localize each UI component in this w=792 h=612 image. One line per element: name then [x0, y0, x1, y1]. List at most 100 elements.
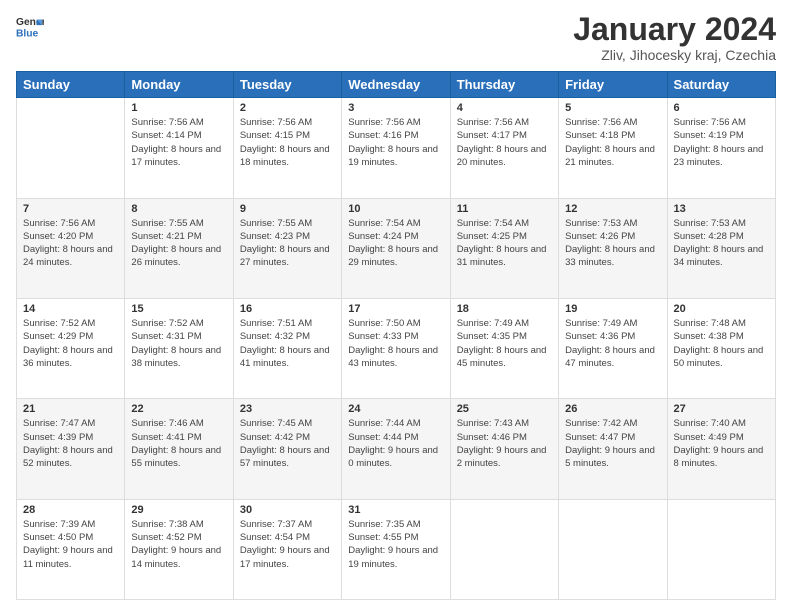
day-info: Sunrise: 7:56 AMSunset: 4:18 PMDaylight:… [565, 116, 660, 169]
header: General Blue January 2024 Zliv, Jihocesk… [16, 12, 776, 63]
calendar-header-row: SundayMondayTuesdayWednesdayThursdayFrid… [17, 72, 776, 98]
day-number: 25 [457, 403, 552, 415]
day-info: Sunrise: 7:44 AMSunset: 4:44 PMDaylight:… [348, 417, 443, 470]
header-day-saturday: Saturday [667, 72, 775, 98]
header-day-tuesday: Tuesday [233, 72, 341, 98]
day-cell: 19 Sunrise: 7:49 AMSunset: 4:36 PMDayligh… [559, 298, 667, 398]
day-number: 22 [131, 403, 226, 415]
day-number: 19 [565, 303, 660, 315]
day-cell: 12 Sunrise: 7:53 AMSunset: 4:26 PMDayligh… [559, 198, 667, 298]
day-number: 1 [131, 102, 226, 114]
day-number: 24 [348, 403, 443, 415]
day-info: Sunrise: 7:48 AMSunset: 4:38 PMDaylight:… [674, 317, 769, 370]
day-info: Sunrise: 7:56 AMSunset: 4:14 PMDaylight:… [131, 116, 226, 169]
day-cell [450, 499, 558, 599]
day-number: 20 [674, 303, 769, 315]
day-cell: 7Sunrise: 7:56 AMSunset: 4:20 PMDaylight… [17, 198, 125, 298]
day-number: 14 [23, 303, 118, 315]
day-cell: 8Sunrise: 7:55 AMSunset: 4:21 PMDaylight… [125, 198, 233, 298]
day-number: 30 [240, 504, 335, 516]
day-info: Sunrise: 7:55 AMSunset: 4:21 PMDaylight:… [131, 217, 226, 270]
day-info: Sunrise: 7:43 AMSunset: 4:46 PMDaylight:… [457, 417, 552, 470]
day-cell: 9 Sunrise: 7:55 AMSunset: 4:23 PMDaylight… [233, 198, 341, 298]
day-cell: 17 Sunrise: 7:50 AMSunset: 4:33 PMDayligh… [342, 298, 450, 398]
day-cell: 31 Sunrise: 7:35 AMSunset: 4:55 PMDayligh… [342, 499, 450, 599]
day-info: Sunrise: 7:53 AMSunset: 4:28 PMDaylight:… [674, 217, 769, 270]
day-number: 16 [240, 303, 335, 315]
day-number: 21 [23, 403, 118, 415]
day-cell: 2Sunrise: 7:56 AMSunset: 4:15 PMDaylight… [233, 98, 341, 198]
week-row-4: 21 Sunrise: 7:47 AMSunset: 4:39 PMDayligh… [17, 399, 776, 499]
day-number: 4 [457, 102, 552, 114]
header-day-monday: Monday [125, 72, 233, 98]
day-info: Sunrise: 7:38 AMSunset: 4:52 PMDaylight:… [131, 518, 226, 571]
day-info: Sunrise: 7:49 AMSunset: 4:35 PMDaylight:… [457, 317, 552, 370]
logo: General Blue [16, 12, 44, 40]
day-number: 15 [131, 303, 226, 315]
day-cell: 11Sunrise: 7:54 AMSunset: 4:25 PMDayligh… [450, 198, 558, 298]
day-cell: 29 Sunrise: 7:38 AMSunset: 4:52 PMDayligh… [125, 499, 233, 599]
day-number: 28 [23, 504, 118, 516]
week-row-5: 28Sunrise: 7:39 AMSunset: 4:50 PMDayligh… [17, 499, 776, 599]
day-number: 17 [348, 303, 443, 315]
day-number: 2 [240, 102, 335, 114]
day-number: 5 [565, 102, 660, 114]
calendar-title: January 2024 [573, 12, 776, 47]
day-number: 26 [565, 403, 660, 415]
calendar-subtitle: Zliv, Jihocesky kraj, Czechia [573, 47, 776, 63]
day-number: 7 [23, 203, 118, 215]
day-info: Sunrise: 7:56 AMSunset: 4:19 PMDaylight:… [674, 116, 769, 169]
day-info: Sunrise: 7:40 AMSunset: 4:49 PMDaylight:… [674, 417, 769, 470]
day-info: Sunrise: 7:52 AMSunset: 4:31 PMDaylight:… [131, 317, 226, 370]
day-info: Sunrise: 7:56 AMSunset: 4:17 PMDaylight:… [457, 116, 552, 169]
day-info: Sunrise: 7:56 AMSunset: 4:16 PMDaylight:… [348, 116, 443, 169]
day-cell: 1 Sunrise: 7:56 AMSunset: 4:14 PMDaylight… [125, 98, 233, 198]
day-number: 27 [674, 403, 769, 415]
day-info: Sunrise: 7:46 AMSunset: 4:41 PMDaylight:… [131, 417, 226, 470]
day-cell: 14Sunrise: 7:52 AMSunset: 4:29 PMDayligh… [17, 298, 125, 398]
day-cell: 20 Sunrise: 7:48 AMSunset: 4:38 PMDayligh… [667, 298, 775, 398]
day-info: Sunrise: 7:55 AMSunset: 4:23 PMDaylight:… [240, 217, 335, 270]
day-cell: 23 Sunrise: 7:45 AMSunset: 4:42 PMDayligh… [233, 399, 341, 499]
day-number: 29 [131, 504, 226, 516]
day-cell: 6 Sunrise: 7:56 AMSunset: 4:19 PMDaylight… [667, 98, 775, 198]
day-cell: 3Sunrise: 7:56 AMSunset: 4:16 PMDaylight… [342, 98, 450, 198]
day-cell: 21 Sunrise: 7:47 AMSunset: 4:39 PMDayligh… [17, 399, 125, 499]
svg-text:Blue: Blue [16, 28, 39, 39]
day-info: Sunrise: 7:51 AMSunset: 4:32 PMDaylight:… [240, 317, 335, 370]
calendar-table: SundayMondayTuesdayWednesdayThursdayFrid… [16, 71, 776, 600]
day-info: Sunrise: 7:53 AMSunset: 4:26 PMDaylight:… [565, 217, 660, 270]
day-info: Sunrise: 7:45 AMSunset: 4:42 PMDaylight:… [240, 417, 335, 470]
day-cell: 27 Sunrise: 7:40 AMSunset: 4:49 PMDayligh… [667, 399, 775, 499]
calendar-page: General Blue January 2024 Zliv, Jihocesk… [0, 0, 792, 612]
day-cell: 24 Sunrise: 7:44 AMSunset: 4:44 PMDayligh… [342, 399, 450, 499]
day-number: 31 [348, 504, 443, 516]
day-number: 18 [457, 303, 552, 315]
title-block: January 2024 Zliv, Jihocesky kraj, Czech… [573, 12, 776, 63]
day-info: Sunrise: 7:49 AMSunset: 4:36 PMDaylight:… [565, 317, 660, 370]
day-number: 23 [240, 403, 335, 415]
day-cell: 18 Sunrise: 7:49 AMSunset: 4:35 PMDayligh… [450, 298, 558, 398]
day-number: 9 [240, 203, 335, 215]
day-number: 6 [674, 102, 769, 114]
day-cell [667, 499, 775, 599]
day-info: Sunrise: 7:37 AMSunset: 4:54 PMDaylight:… [240, 518, 335, 571]
day-cell: 13Sunrise: 7:53 AMSunset: 4:28 PMDayligh… [667, 198, 775, 298]
day-cell: 22 Sunrise: 7:46 AMSunset: 4:41 PMDayligh… [125, 399, 233, 499]
day-info: Sunrise: 7:47 AMSunset: 4:39 PMDaylight:… [23, 417, 118, 470]
day-cell: 26Sunrise: 7:42 AMSunset: 4:47 PMDayligh… [559, 399, 667, 499]
day-cell [559, 499, 667, 599]
header-day-friday: Friday [559, 72, 667, 98]
day-cell: 16 Sunrise: 7:51 AMSunset: 4:32 PMDayligh… [233, 298, 341, 398]
day-info: Sunrise: 7:54 AMSunset: 4:24 PMDaylight:… [348, 217, 443, 270]
day-info: Sunrise: 7:35 AMSunset: 4:55 PMDaylight:… [348, 518, 443, 571]
day-cell: 25 Sunrise: 7:43 AMSunset: 4:46 PMDayligh… [450, 399, 558, 499]
day-number: 10 [348, 203, 443, 215]
day-number: 11 [457, 203, 552, 215]
day-info: Sunrise: 7:50 AMSunset: 4:33 PMDaylight:… [348, 317, 443, 370]
logo-icon: General Blue [16, 12, 44, 40]
day-cell: 4 Sunrise: 7:56 AMSunset: 4:17 PMDaylight… [450, 98, 558, 198]
day-number: 12 [565, 203, 660, 215]
day-cell: 15 Sunrise: 7:52 AMSunset: 4:31 PMDayligh… [125, 298, 233, 398]
header-day-wednesday: Wednesday [342, 72, 450, 98]
